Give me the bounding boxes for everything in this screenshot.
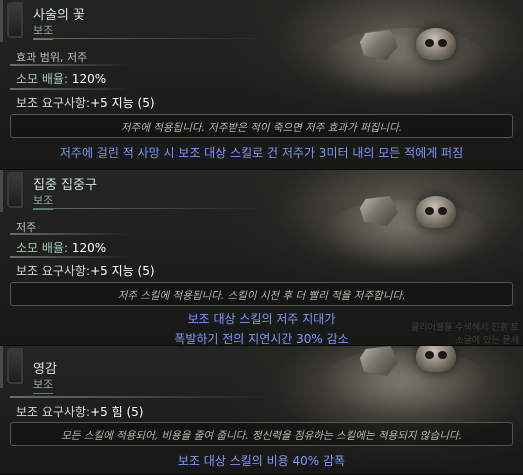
background-text: 클리어웰을 수색해서 진흙 토 <box>411 323 519 333</box>
description-box: 모든 스킬에 적용되어, 비용을 줄여 줍니다. 정신력을 점유하는 스킬에는 … <box>10 422 513 446</box>
gem-tooltip-focused-curse: 집중 집중구 보조 저주 소모 배율: 120% 보조 요구사항:+5 지능 (… <box>0 170 523 346</box>
stat-requirement: 보조 요구사항:+5 힘 (5) <box>16 405 144 419</box>
description-box: 저주 스킬에 적용됩니다. 스킬이 시전 후 더 빨리 적을 저주합니다. <box>10 282 513 306</box>
stat-cost-multiplier: 소모 배율: 120% <box>16 72 107 86</box>
gem-name: 집중 집중구 <box>33 178 97 193</box>
gem-description: 모든 스킬에 적용되어, 비용을 줄여 줍니다. 정신력을 점유하는 스킬에는 … <box>61 430 462 442</box>
gem-header: 사술의 꽃 보조 <box>0 0 273 42</box>
background-text: 소굴에 있는 문세 <box>455 336 519 346</box>
header-divider <box>33 208 273 209</box>
background-art <box>300 170 523 290</box>
gem-name: 사술의 꽃 <box>33 8 85 23</box>
gem-tooltip-curse-flower: 사술의 꽃 보조 효과 범위, 저주 소모 배율: 120% 보조 요구사항:+… <box>0 0 523 170</box>
gem-name: 영감 <box>33 362 57 377</box>
gem-socket-icon <box>7 2 23 38</box>
divider <box>10 233 130 235</box>
divider <box>10 88 130 90</box>
stat-requirement: 보조 요구사항:+5 지능 (5) <box>16 264 155 278</box>
gem-description: 저주 스킬에 적용됩니다. 스킬이 시전 후 더 빨리 적을 저주합니다. <box>117 290 406 302</box>
gem-socket-icon <box>7 348 23 384</box>
gem-header: 영감 보조 <box>0 346 270 394</box>
background-art <box>300 0 523 120</box>
gem-tooltip-inspiration: 영감 보조 보조 요구사항:+5 힘 (5) 모든 스킬에 적용되어, 비용을 … <box>0 346 523 475</box>
divider <box>10 256 130 258</box>
gem-header: 집중 집중구 보조 <box>0 170 273 212</box>
divider <box>10 64 130 66</box>
divider <box>10 396 270 398</box>
gem-description: 저주에 적용됩니다. 저주받은 적이 죽으면 저주 효과가 퍼집니다. <box>120 122 403 134</box>
stat-cost-multiplier: 소모 배율: 120% <box>16 241 107 255</box>
description-box: 저주에 적용됩니다. 저주받은 적이 죽으면 저주 효과가 퍼집니다. <box>10 114 513 138</box>
stat-requirement: 보조 요구사항:+5 지능 (5) <box>16 96 155 110</box>
gem-effect-line: 보조 대상 스킬의 비용 40% 감폭 <box>177 454 346 468</box>
gem-tag: 보조 <box>33 376 54 394</box>
gem-socket-icon <box>7 172 23 208</box>
header-divider <box>33 38 273 39</box>
gem-effect-line: 저주에 걸린 적 사망 시 보조 대상 스킬로 건 저주가 3미터 내의 모든 … <box>59 146 464 160</box>
gem-keywords: 효과 범위, 저주 <box>16 51 88 64</box>
